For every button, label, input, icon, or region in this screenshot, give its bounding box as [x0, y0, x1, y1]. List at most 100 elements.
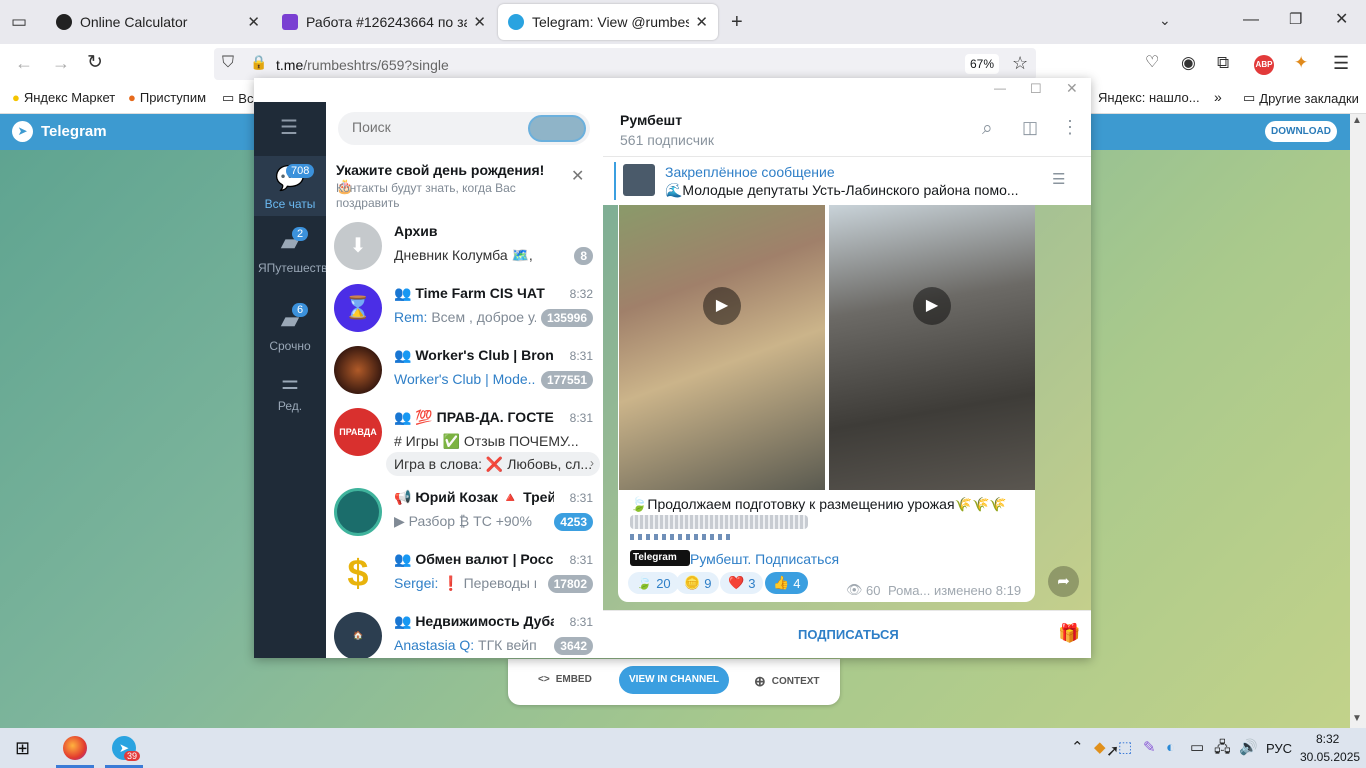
- extensions-icon[interactable]: ⧉: [1217, 54, 1229, 71]
- url-text[interactable]: t.me/rumbeshtrs/659?single: [276, 57, 449, 73]
- chat-name: 👥 Time Farm CIS ЧАТ: [394, 285, 545, 301]
- tray-chevron-up-icon[interactable]: ⌃: [1071, 740, 1084, 755]
- pin-list-icon[interactable]: ☰: [1052, 172, 1065, 187]
- more-vertical-icon[interactable]: ⋮: [1061, 118, 1079, 136]
- tab-work-order[interactable]: Работа #126243664 по заказу ✕: [272, 4, 496, 40]
- tray-edge-icon[interactable]: ◐: [1166, 740, 1175, 755]
- bookmark-other[interactable]: ▭ Другие закладки: [1243, 90, 1359, 106]
- adblock-icon[interactable]: ABP: [1254, 55, 1274, 75]
- folder-urgent[interactable]: ▰ Срочно: [254, 306, 326, 353]
- chat-row-yuriy-kozak[interactable]: 📢 Юрий Козак 🔺 Трей... 8:31 ▶ Разбор ₿ Т…: [326, 482, 603, 544]
- bookmark-yandex-search[interactable]: Яндекс: нашло...: [1098, 90, 1200, 105]
- page-scrollbar[interactable]: [1350, 114, 1366, 728]
- firefox-taskbar-icon[interactable]: [63, 736, 87, 760]
- folder-label: Ред.: [277, 399, 303, 413]
- pocket-icon[interactable]: ♡: [1145, 55, 1159, 71]
- reaction-thumbs-up[interactable]: 👍 4: [765, 572, 809, 594]
- birthday-text: Контакты будут знать, когда Вас поздрави…: [336, 181, 516, 210]
- close-tab-icon[interactable]: ✕: [695, 13, 708, 31]
- video-thumbnail-2[interactable]: ▶: [829, 205, 1035, 490]
- tg-close-icon[interactable]: ✕: [1066, 81, 1078, 95]
- chat-row-dubai-realty[interactable]: 🏠 👥 Недвижимость Дубай 8:31 Anastasia Q:…: [326, 606, 603, 658]
- tg-maximize-icon[interactable]: ☐: [1030, 82, 1042, 95]
- main-menu-icon[interactable]: ☰: [280, 118, 298, 138]
- leaf-icon: 🍃: [636, 575, 653, 590]
- bookmark-folder[interactable]: ▭ Вс: [222, 90, 253, 106]
- sidebar-toggle-icon[interactable]: ◫: [1022, 119, 1038, 136]
- scroll-up-icon[interactable]: ▲: [1352, 116, 1362, 126]
- keyboard-language[interactable]: РУС: [1266, 741, 1292, 756]
- calculator-favicon-icon: [56, 14, 72, 30]
- spoiler-text[interactable]: [630, 515, 808, 529]
- context-button[interactable]: ⊕ CONTEXT: [754, 673, 820, 690]
- tray-app-icon[interactable]: ◆: [1094, 740, 1106, 755]
- subscribe-link[interactable]: Румбешт. Подписаться: [690, 551, 839, 567]
- tray-drive-icon[interactable]: ▭: [1190, 740, 1204, 755]
- tray-volume-icon[interactable]: 🔊: [1239, 740, 1258, 755]
- restore-window-icon[interactable]: ❐: [1289, 12, 1302, 27]
- view-in-channel-button[interactable]: VIEW IN CHANNEL: [619, 666, 729, 694]
- search-input[interactable]: [352, 119, 522, 135]
- play-icon[interactable]: ▶: [703, 287, 741, 325]
- minimize-window-icon[interactable]: —: [1243, 12, 1259, 28]
- scroll-down-icon[interactable]: ▼: [1352, 714, 1362, 724]
- forward-arrow-icon[interactable]: →: [52, 54, 70, 72]
- bookmark-star-icon[interactable]: ☆: [1012, 54, 1028, 72]
- tray-network-icon[interactable]: 🖧: [1214, 740, 1231, 755]
- tg-minimize-icon[interactable]: —: [994, 82, 1006, 94]
- menu-hamburger-icon[interactable]: ☰: [1333, 54, 1349, 72]
- channel-name[interactable]: Румбешт: [620, 112, 682, 128]
- chat-sender: Worker's Club | Mode...: [394, 371, 536, 387]
- download-button[interactable]: DOWNLOAD: [1265, 121, 1337, 142]
- search-box[interactable]: [338, 112, 590, 145]
- gift-icon[interactable]: 🎁: [1058, 624, 1080, 642]
- subscribe-button[interactable]: ПОДПИСАТЬСЯ: [798, 627, 899, 642]
- tab-online-calculator[interactable]: Online Calculator ✕: [46, 4, 270, 40]
- bookmark-label: Вс: [238, 90, 254, 106]
- bookmark-pristupim[interactable]: ● Приступим: [128, 90, 206, 105]
- play-icon[interactable]: ▶: [913, 287, 951, 325]
- telegram-brand[interactable]: Telegram: [41, 123, 107, 140]
- tab-manager-icon[interactable]: ▭: [11, 13, 27, 30]
- video-thumbnail-1[interactable]: ▶: [619, 205, 825, 490]
- reaction-coin[interactable]: 🪙 9: [676, 572, 720, 594]
- chat-row-currency-exchange[interactable]: $ 👥 Обмен валют | Росси... 8:31 Sergei: …: [326, 544, 603, 606]
- tray-pen-icon[interactable]: ✎: [1143, 740, 1156, 755]
- new-tab-icon[interactable]: +: [731, 12, 743, 32]
- reaction-heart[interactable]: ❤️ 3: [720, 572, 764, 594]
- bookmark-yandex-market[interactable]: ● Яндекс Маркет: [12, 90, 115, 105]
- windows-start-icon[interactable]: ⊞: [15, 739, 30, 757]
- zoom-level[interactable]: 67%: [965, 54, 999, 74]
- close-window-icon[interactable]: ✕: [1335, 12, 1348, 28]
- tab-telegram[interactable]: Telegram: View @rumbeshtrs ✕: [498, 4, 718, 40]
- close-tab-icon[interactable]: ✕: [473, 13, 486, 31]
- dismiss-close-icon[interactable]: ✕: [571, 169, 584, 185]
- views-eye-icon: 👁: [846, 582, 863, 597]
- search-icon[interactable]: ⌕: [982, 119, 993, 138]
- lock-icon[interactable]: 🔒: [250, 55, 267, 69]
- shield-icon[interactable]: ⛉: [222, 55, 234, 71]
- chat-row-workers-club[interactable]: 👥 Worker's Club | Bronze 8:31 Worker's C…: [326, 340, 603, 402]
- reload-icon[interactable]: ↻: [87, 53, 103, 72]
- unread-count: 17802: [547, 575, 593, 593]
- reaction-leaf[interactable]: 🍃 20: [628, 572, 679, 594]
- extension-puzzle-icon[interactable]: ✦: [1294, 54, 1308, 71]
- tab-list-chevron-down-icon[interactable]: ⌄: [1159, 13, 1171, 27]
- close-tab-icon[interactable]: ✕: [247, 13, 260, 31]
- chat-row-time-farm[interactable]: ⌛ 👥 Time Farm CIS ЧАТ 8:32 Rem: Всем , д…: [326, 278, 603, 340]
- chat-row-archive[interactable]: ⬇ Архив Дневник Колумба 🗺️, Кл... 8: [326, 216, 603, 278]
- folder-travel[interactable]: ▰ ЯПутешествия: [254, 228, 341, 276]
- account-icon[interactable]: ◉: [1181, 54, 1196, 71]
- tray-capture-icon[interactable]: ⬚: [1118, 740, 1132, 755]
- embed-button[interactable]: <> EMBED: [538, 674, 592, 685]
- folder-label: Срочно: [269, 339, 311, 353]
- stories-avatars[interactable]: [528, 115, 586, 142]
- avatar: 🏠: [334, 612, 382, 658]
- back-arrow-icon[interactable]: ←: [15, 54, 33, 72]
- sub-topic-row[interactable]: Игра в слова: ❌ Любовь, сл... ›: [386, 452, 600, 476]
- forward-share-icon[interactable]: ➦: [1048, 566, 1079, 597]
- clock-time[interactable]: 8:32: [1316, 732, 1339, 746]
- folder-edit[interactable]: ⚌ Ред.: [254, 370, 326, 413]
- more-bookmarks-chevron-icon[interactable]: »: [1214, 90, 1222, 104]
- clock-date[interactable]: 30.05.2025: [1300, 750, 1360, 764]
